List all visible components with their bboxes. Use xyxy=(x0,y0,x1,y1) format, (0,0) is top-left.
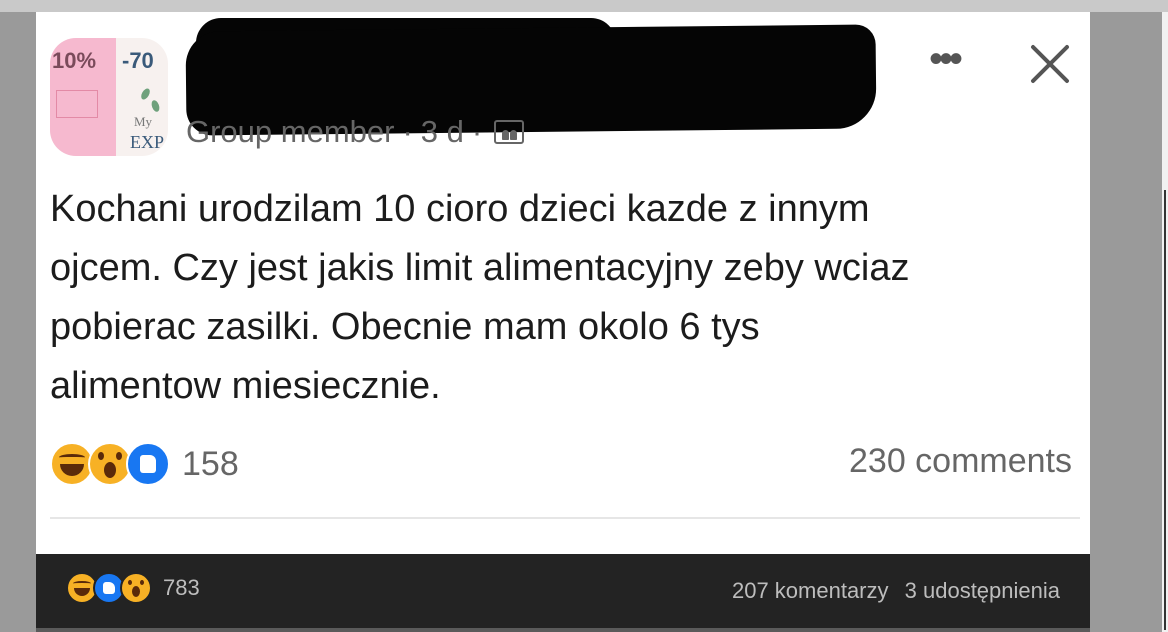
meta-separator: · xyxy=(471,114,483,149)
close-icon[interactable] xyxy=(1026,40,1074,88)
wow-icon xyxy=(120,572,152,604)
post-text: Kochani urodzilam 10 cioro dzieci kazde … xyxy=(50,180,1080,416)
avatar-box xyxy=(56,90,98,118)
repost-reactions[interactable]: 783 xyxy=(66,572,200,604)
top-strip xyxy=(0,0,1168,12)
comments-link[interactable]: 230 comments xyxy=(849,442,1072,481)
repost-shares-link[interactable]: 3 udostępnienia xyxy=(905,578,1060,603)
avatar-text-1: 10% xyxy=(52,48,97,73)
author-role[interactable]: Group member xyxy=(186,114,394,150)
avatar-text-4: EXP xyxy=(130,132,165,152)
reactions-count: 158 xyxy=(182,444,239,483)
bottom-line xyxy=(36,628,1090,632)
post-card: 10% -70 My EXP Group member · 3 d · ••• … xyxy=(36,12,1090,554)
repost-stats-bar: 783 207 komentarzy 3 udostępnienia xyxy=(36,554,1090,632)
group-avatar[interactable]: 10% -70 My EXP xyxy=(50,38,168,156)
repost-engagement: 207 komentarzy 3 udostępnienia xyxy=(732,578,1060,604)
meta-separator: · xyxy=(402,114,413,149)
post-text-line: alimentow miesiecznie. xyxy=(50,365,441,407)
like-icon xyxy=(126,442,170,486)
post-time[interactable]: 3 d xyxy=(421,114,464,150)
repost-reactions-count: 783 xyxy=(163,575,200,600)
avatar-leaf xyxy=(139,87,152,101)
avatar-leaf xyxy=(150,99,161,113)
avatar-text-3: My xyxy=(134,114,153,129)
avatar-text-2: -70 xyxy=(122,48,154,73)
more-options-icon[interactable]: ••• xyxy=(916,39,972,80)
divider xyxy=(50,517,1080,519)
post-text-line: ojcem. Czy jest jakis limit alimentacyjn… xyxy=(50,247,910,289)
post-meta: Group member · 3 d · xyxy=(186,114,525,150)
post-text-line: pobierac zasilki. Obecnie mam okolo 6 ty… xyxy=(50,306,760,348)
repost-comments-link[interactable]: 207 komentarzy xyxy=(732,578,889,603)
group-audience-icon xyxy=(494,120,525,144)
post-text-line: Kochani urodzilam 10 cioro dzieci kazde … xyxy=(50,188,870,230)
reactions-summary[interactable]: 158 xyxy=(50,442,239,486)
right-edge-line xyxy=(1164,190,1166,630)
